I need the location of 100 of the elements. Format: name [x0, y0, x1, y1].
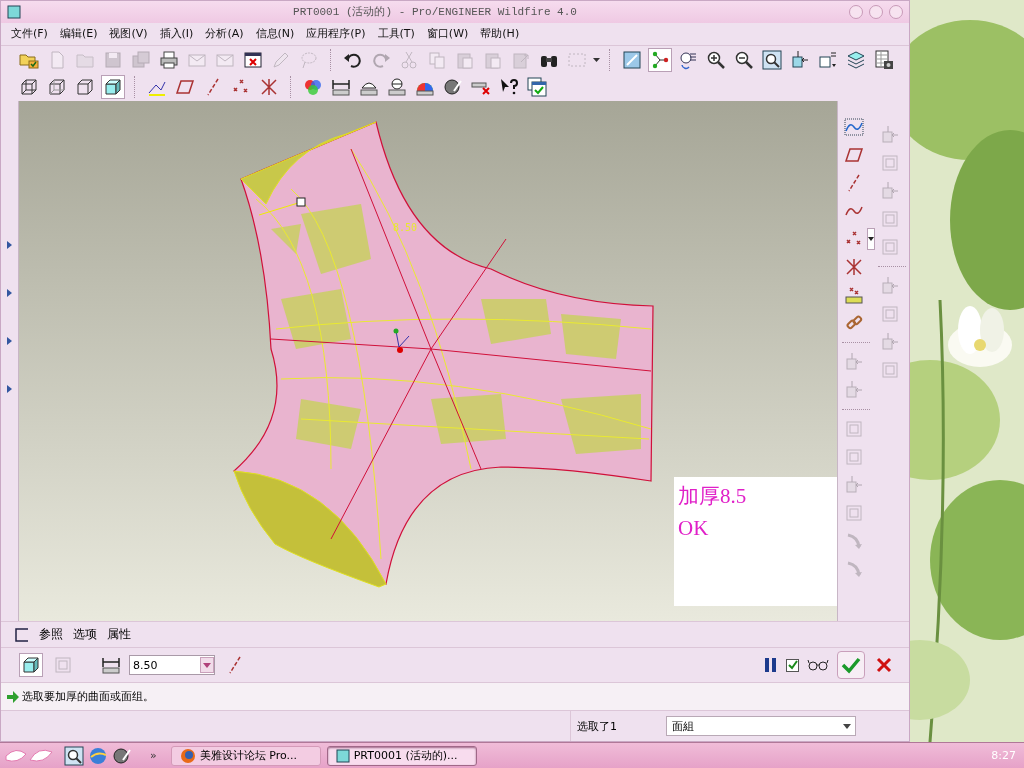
dropdown-button[interactable]: [867, 228, 876, 250]
frame-icon: [880, 153, 901, 173]
caret-icon[interactable]: [7, 241, 12, 249]
table-camera-button[interactable]: [872, 47, 896, 72]
caret-icon[interactable]: [7, 289, 12, 297]
clock: 8:27: [991, 749, 1017, 762]
bracket-icon: [15, 627, 29, 642]
box-arrow-icon: [844, 475, 865, 495]
box-arrow-icon: [844, 380, 865, 400]
disks-icon: [131, 49, 151, 70]
caret-icon[interactable]: [7, 337, 12, 345]
zoom-out-icon: [734, 49, 754, 70]
caret-icon: [203, 662, 211, 668]
thickness-field[interactable]: 8.50: [129, 655, 215, 675]
note-text: 加厚8.5: [677, 483, 748, 509]
wave-dotted-icon: [844, 117, 865, 137]
sphere-pen-icon: [443, 77, 463, 98]
cube-plain-icon: [75, 77, 95, 98]
magnifier-list-icon: [678, 49, 698, 70]
frame-icon: [880, 209, 901, 229]
window-check-button[interactable]: [525, 75, 549, 100]
menu-item[interactable]: 插入(I): [153, 24, 200, 44]
frame-icon: [880, 360, 901, 380]
menu-item[interactable]: 分析(A): [199, 24, 250, 44]
menu-item[interactable]: 帮助(H): [474, 24, 526, 44]
frame-icon: [53, 655, 73, 675]
check-icon: [841, 656, 861, 674]
window-check-icon: [527, 77, 547, 98]
layers-icon: [846, 49, 866, 70]
frame-icon: [844, 503, 865, 523]
dashboard-tab[interactable]: 参照: [39, 626, 63, 643]
window-title: PRT0001 (活动的) - Pro/ENGINEER Wildfire 4.0: [292, 5, 578, 20]
dashboard-tab[interactable]: 选项: [73, 626, 97, 643]
box-arrow-icon: [880, 125, 901, 145]
menu-item[interactable]: 工具(T): [371, 24, 421, 44]
frame-icon: [844, 419, 865, 439]
app-icon: [335, 748, 350, 763]
csys-icon: [259, 77, 279, 98]
csys-icon: [844, 257, 865, 277]
frame-icon: [880, 304, 901, 324]
cube-shaded-button[interactable]: [101, 75, 125, 100]
note-text: OK: [677, 515, 710, 541]
lasso-icon: [299, 49, 319, 70]
cube-wire-icon: [19, 77, 39, 98]
printer-icon: [159, 49, 179, 70]
caret-icon: [868, 237, 875, 241]
zoom-box-button[interactable]: [760, 47, 784, 72]
ruler-points-icon: [844, 285, 865, 305]
menu-item[interactable]: 信息(N): [249, 24, 301, 44]
nodes-icon: [650, 49, 670, 70]
confirm-button[interactable]: [837, 651, 865, 679]
box-arrow-icon: [790, 49, 810, 70]
table-camera-icon: [874, 49, 894, 70]
copy-icon: [427, 49, 447, 70]
message-text: 选取要加厚的曲面或面组。: [22, 689, 154, 704]
window-x-icon: [243, 49, 263, 70]
nodes-button[interactable]: [648, 47, 672, 72]
drag-handle[interactable]: [296, 197, 306, 207]
selection-count: 选取了1: [576, 718, 618, 734]
ruler-width-icon: [331, 77, 351, 98]
menu-item[interactable]: 视图(V): [103, 24, 154, 44]
filter-dropdown[interactable]: 面組: [666, 716, 856, 736]
cube-hidden-icon: [47, 77, 67, 98]
plane-icon: [844, 145, 865, 165]
cube-shaded-icon: [21, 655, 41, 675]
frame-icon: [844, 447, 865, 467]
box-ab-icon: [818, 49, 838, 70]
arrow-icon: [7, 690, 19, 703]
dashboard-tab[interactable]: 属性: [107, 626, 131, 643]
box-arrow-icon: [880, 181, 901, 201]
wave-dotted-button[interactable]: [842, 115, 867, 139]
pause-icon[interactable]: [764, 657, 778, 673]
glasses-icon: [807, 659, 829, 671]
close-icon: [876, 657, 892, 673]
scissors-icon: [399, 49, 419, 70]
ruler-dia-icon: [387, 77, 407, 98]
color-wheel-icon: [303, 77, 323, 98]
frame-icon: [880, 237, 901, 257]
task-button[interactable]: 美雅设计论坛 Pro...: [170, 745, 321, 766]
zoom-box-icon[interactable]: [64, 745, 84, 766]
menu-item[interactable]: 窗口(W): [420, 24, 475, 44]
box-arrow-icon: [844, 352, 865, 372]
task-button[interactable]: PRT0001 (活动的)...: [326, 745, 477, 766]
box-arrow-icon: [880, 276, 901, 296]
sphere-pen-icon[interactable]: [112, 745, 132, 766]
app-icon: [7, 4, 21, 19]
zoom-in-icon: [706, 49, 726, 70]
box-arrow-icon: [880, 332, 901, 352]
solid-button[interactable]: [19, 653, 43, 677]
preview-checkbox[interactable]: [786, 658, 799, 672]
cube-shaded-icon: [103, 77, 123, 98]
menu-item[interactable]: 文件(F): [5, 24, 54, 44]
zoom-box-icon: [762, 49, 782, 70]
menu-item[interactable]: 编辑(E): [53, 24, 104, 44]
browser-icon: [179, 747, 196, 764]
caret-icon[interactable]: [593, 57, 600, 62]
screen-icon: [622, 49, 642, 70]
menu-item[interactable]: 应用程序(P): [300, 24, 372, 44]
more-button[interactable]: »: [142, 749, 165, 762]
caret-icon[interactable]: [7, 385, 12, 393]
